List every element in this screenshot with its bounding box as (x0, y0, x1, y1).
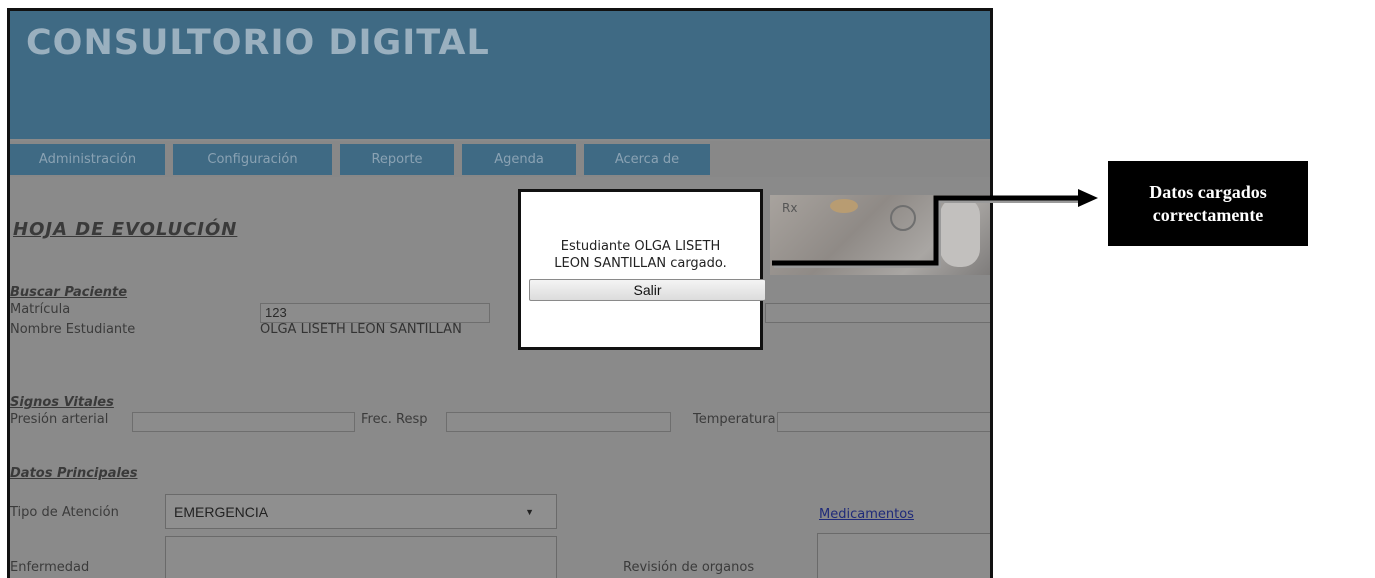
dialog-message-line2: LEON SANTILLAN cargado. (554, 256, 727, 271)
temperatura-label: Temperatura (693, 412, 776, 427)
banner-rx-text: Rx (782, 201, 798, 215)
salir-button[interactable]: Salir (529, 279, 766, 301)
main-nav: Administración Configuración Reporte Age… (10, 141, 990, 177)
callout-line2: correctamente (1152, 204, 1264, 225)
nav-item-acerca-de[interactable]: Acerca de (584, 144, 710, 175)
chevron-down-icon: ▼ (525, 507, 534, 517)
tipo-atencion-select[interactable]: EMERGENCIA ▼ (165, 494, 557, 529)
section-signos-vitales: Signos Vitales (10, 395, 114, 410)
dialog-message: Estudiante OLGA LISETH LEON SANTILLAN ca… (521, 238, 760, 272)
app-header: CONSULTORIO DIGITAL (10, 11, 990, 139)
alert-dialog: Estudiante OLGA LISETH LEON SANTILLAN ca… (518, 189, 766, 350)
nav-item-agenda[interactable]: Agenda (462, 144, 576, 175)
revision-organos-textarea[interactable] (817, 533, 990, 578)
presion-label: Presión arterial (10, 412, 109, 427)
bottle-shape (940, 197, 980, 267)
nav-item-administracion[interactable]: Administración (10, 144, 165, 175)
tipo-atencion-label: Tipo de Atención (10, 505, 119, 520)
screenshot-frame: CONSULTORIO DIGITAL Administración Confi… (7, 8, 993, 578)
medicamentos-link[interactable]: Medicamentos (819, 507, 914, 522)
callout-box: Datos cargados correctamente (1108, 161, 1308, 246)
stethoscope-shape (890, 205, 916, 231)
nombre-estudiante-value: OLGA LISETH LEON SANTILLAN (260, 322, 462, 337)
frec-resp-label: Frec. Resp (361, 412, 428, 427)
arrow-head (1078, 189, 1098, 207)
temperatura-input[interactable] (777, 412, 990, 432)
presion-input[interactable] (132, 412, 355, 432)
callout-line1: Datos cargados (1149, 181, 1267, 202)
nav-item-reporte[interactable]: Reporte (340, 144, 454, 175)
nombre-estudiante-label: Nombre Estudiante (10, 322, 136, 337)
nav-item-configuracion[interactable]: Configuración (173, 144, 332, 175)
extra-input[interactable] (765, 303, 990, 323)
dialog-message-line1: Estudiante OLGA LISETH (560, 239, 721, 254)
enfermedad-label: Enfermedad (10, 560, 90, 575)
page-title: HOJA DE EVOLUCIÓN (13, 219, 238, 240)
matricula-label: Matrícula (10, 302, 71, 317)
matricula-input[interactable]: 123 (260, 303, 490, 323)
enfermedad-textarea[interactable] (165, 536, 557, 578)
revision-organos-label: Revisión de organos (623, 560, 755, 575)
banner-image: Rx (770, 195, 990, 275)
tipo-atencion-value: EMERGENCIA (174, 503, 269, 520)
section-buscar-paciente: Buscar Paciente (10, 285, 128, 300)
app-title: CONSULTORIO DIGITAL (26, 23, 490, 63)
frec-resp-input[interactable] (446, 412, 671, 432)
pill-shape (830, 199, 858, 213)
section-datos-principales: Datos Principales (10, 466, 138, 481)
main-content: HOJA DE EVOLUCIÓN Rx Buscar Paciente Mat… (10, 177, 990, 578)
